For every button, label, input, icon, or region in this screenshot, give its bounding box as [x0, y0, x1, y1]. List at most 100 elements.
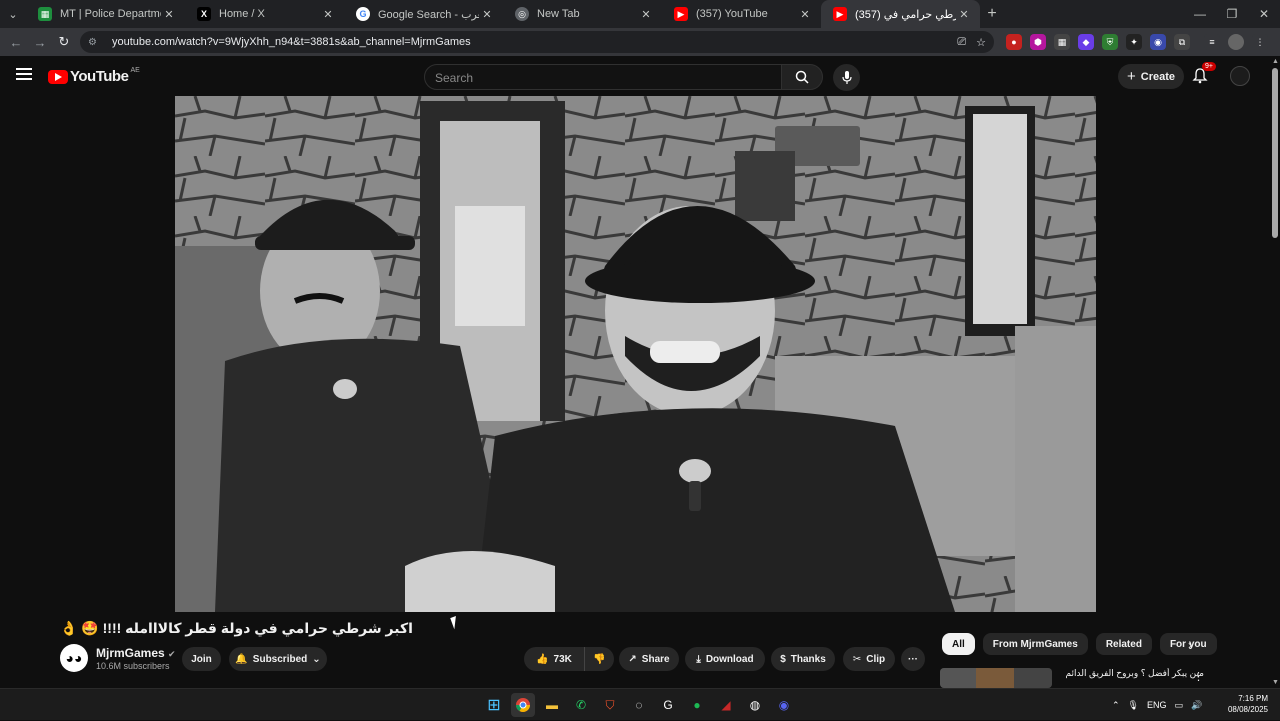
puzzle-icon[interactable]: ⧉: [1174, 34, 1190, 50]
video-frame: [175, 96, 1096, 612]
network-icon[interactable]: ▭: [1175, 700, 1184, 711]
chip-all[interactable]: All: [942, 633, 975, 655]
minimize-button[interactable]: —: [1184, 0, 1216, 28]
brave-icon[interactable]: ⛉: [598, 693, 622, 717]
chevron-down-icon: ⌄: [312, 653, 321, 665]
extension-icon[interactable]: ◉: [1150, 34, 1166, 50]
close-window-button[interactable]: ✕: [1248, 0, 1280, 28]
windows-start-icon[interactable]: ⊞: [482, 693, 506, 717]
account-avatar[interactable]: [1230, 66, 1250, 86]
forward-button[interactable]: →: [28, 35, 52, 50]
browser-tab[interactable]: X Home / X ✕: [185, 0, 344, 28]
profile-avatar[interactable]: [1228, 34, 1244, 50]
rec-thumbnail[interactable]: [940, 668, 1052, 688]
browser-tab[interactable]: ▶ (357) اكبر شرطي حرامي في✕: [821, 0, 980, 28]
channel-name[interactable]: MjrmGames ✔: [96, 646, 176, 660]
subscribed-button[interactable]: 🔔 Subscribed ⌄: [229, 647, 327, 671]
close-tab-icon[interactable]: ✕: [956, 8, 972, 21]
bookmark-star-icon[interactable]: ☆: [976, 36, 986, 49]
mouse-cursor: [450, 614, 464, 630]
close-tab-icon[interactable]: ✕: [797, 8, 813, 21]
whatsapp-icon[interactable]: ✆: [569, 693, 593, 717]
spotify-icon[interactable]: ●: [685, 693, 709, 717]
recommended-video[interactable]: مين يبكر أفضل ؟ وبروح الفريق الدائم ⋮: [940, 668, 1204, 688]
channel-info[interactable]: ◕◕ MjrmGames ✔ 10.6M subscribers: [60, 644, 176, 672]
share-icon: ↗: [628, 653, 637, 665]
like-button[interactable]: 👍 73K: [524, 647, 584, 671]
system-clock[interactable]: 7:16 PM 08/08/2025: [1224, 693, 1268, 715]
close-tab-icon[interactable]: ✕: [638, 8, 654, 21]
tab-title: Home / X: [219, 8, 265, 20]
chevron-right-icon[interactable]: ›: [1188, 638, 1192, 652]
scroll-up-icon[interactable]: ▲: [1272, 58, 1279, 65]
back-button[interactable]: ←: [4, 35, 28, 50]
page-scrollbar[interactable]: ▲ ▼: [1270, 56, 1280, 688]
app-icon[interactable]: ◌: [627, 693, 651, 717]
download-label: Download: [705, 653, 754, 665]
close-tab-icon[interactable]: ✕: [479, 8, 495, 21]
language-indicator[interactable]: ENG: [1147, 700, 1167, 710]
browser-tab[interactable]: ◎ New Tab ✕: [503, 0, 662, 28]
scissors-icon: ✂: [852, 653, 862, 665]
tab-search-button[interactable]: ⌄: [0, 1, 26, 27]
thanks-button[interactable]: $ Thanks: [771, 647, 835, 671]
join-button[interactable]: Join: [182, 647, 221, 671]
scroll-down-icon[interactable]: ▼: [1272, 679, 1279, 686]
tray-overflow-icon[interactable]: ⌃: [1112, 700, 1120, 711]
volume-icon[interactable]: 🔊: [1191, 700, 1202, 711]
chip-from-channel[interactable]: From MjrmGames: [982, 633, 1088, 655]
mic-tray-icon[interactable]: 🎙: [1128, 700, 1139, 711]
close-tab-icon[interactable]: ✕: [161, 8, 177, 21]
logo-text: YouTube: [70, 68, 129, 85]
search-input[interactable]: Search: [424, 64, 782, 90]
browser-tab[interactable]: ▦ MT | Police Departments v7.0 -✕: [26, 0, 185, 28]
youtube-icon: ▶: [833, 7, 847, 21]
extension-icon[interactable]: ●: [1006, 34, 1022, 50]
discord-icon[interactable]: ◉: [772, 693, 796, 717]
menu-icon[interactable]: [16, 68, 32, 80]
url-bar[interactable]: ⚙ youtube.com/watch?v=9WjyXhh_n94&t=3881…: [80, 31, 994, 53]
taskbar-apps: ⊞ ▬ ✆ ⛉ ◌ G ● ◢ ◍ ◉: [482, 693, 796, 717]
maximize-button[interactable]: ❐: [1216, 0, 1248, 28]
url-text: youtube.com/watch?v=9WjyXhh_n94&t=3881s&…: [112, 36, 471, 48]
share-button[interactable]: ↗ Share: [619, 647, 679, 671]
channel-avatar[interactable]: ◕◕: [60, 644, 88, 672]
search-button[interactable]: [781, 64, 823, 90]
media-icon[interactable]: ≡: [1204, 34, 1220, 50]
chip-related[interactable]: Related: [1095, 633, 1152, 655]
install-app-icon[interactable]: ⎚: [957, 36, 966, 49]
browser-tab[interactable]: G Google Search - صلاة المغرب✕: [344, 0, 503, 28]
app-icon[interactable]: G: [656, 693, 680, 717]
rec-menu-icon[interactable]: ⋮: [1193, 670, 1204, 683]
create-button[interactable]: + Create: [1118, 64, 1184, 89]
clip-button[interactable]: ✂ Clip: [843, 647, 895, 671]
extension-icon[interactable]: ⬢: [1030, 34, 1046, 50]
app-icon[interactable]: ◢: [714, 693, 738, 717]
dislike-button[interactable]: 👎: [584, 647, 614, 671]
close-tab-icon[interactable]: ✕: [320, 8, 336, 21]
mic-icon: [841, 70, 852, 84]
channel-meta: MjrmGames ✔ 10.6M subscribers: [96, 646, 176, 671]
extension-icon[interactable]: ◆: [1078, 34, 1094, 50]
more-icon: ···: [908, 653, 918, 665]
thumbs-down-icon: 👎: [593, 653, 606, 665]
menu-dots-icon[interactable]: ⋮: [1252, 34, 1268, 50]
download-button[interactable]: ⤓ Download: [685, 647, 765, 671]
browser-tab[interactable]: ▶ (357) YouTube ✕: [662, 0, 821, 28]
steam-icon[interactable]: ◍: [743, 693, 767, 717]
voice-search-button[interactable]: [833, 64, 860, 91]
youtube-logo[interactable]: YouTube AE: [48, 67, 140, 85]
more-actions-button[interactable]: ···: [901, 647, 925, 671]
site-info-icon[interactable]: ⚙: [88, 37, 102, 48]
extension-icon[interactable]: ✦: [1126, 34, 1142, 50]
new-tab-button[interactable]: +: [980, 5, 1004, 23]
chrome-icon[interactable]: [511, 693, 535, 717]
video-player[interactable]: [175, 96, 1096, 612]
scroll-thumb[interactable]: [1272, 68, 1278, 238]
reload-button[interactable]: ↻: [52, 34, 76, 50]
extension-icon[interactable]: ⛨: [1102, 34, 1118, 50]
notifications-button[interactable]: 9+: [1192, 62, 1216, 89]
file-explorer-icon[interactable]: ▬: [540, 693, 564, 717]
rec-title[interactable]: مين يبكر أفضل ؟ وبروح الفريق الدائم: [1060, 668, 1204, 688]
extension-icon[interactable]: ▦: [1054, 34, 1070, 50]
